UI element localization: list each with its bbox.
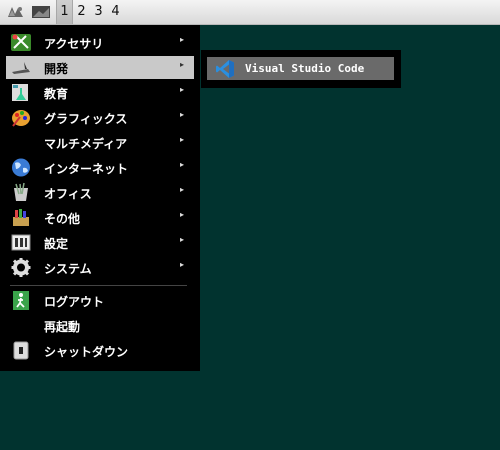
shutdown-icon <box>13 341 29 360</box>
menu-item-label: システム <box>44 262 92 276</box>
other-icon <box>13 209 29 226</box>
menu-item-internet[interactable]: インターネット ▸ <box>6 156 194 179</box>
menu-item-shutdown[interactable]: シャットダウン <box>6 339 194 362</box>
menu-item-label: アクセサリ <box>44 37 104 51</box>
menu-item-label: マルチメディア <box>44 137 128 151</box>
system-icon <box>11 258 31 277</box>
application-menu: アクセサリ ▸ 開発 ▸ 教育 ▸ グラフィックス ▸ マルチメディア ▸ イン… <box>0 25 200 371</box>
menu-item-label: 開発 <box>44 62 69 76</box>
accessories-icon <box>11 34 31 51</box>
submenu-arrow-icon: ▸ <box>180 35 185 44</box>
menu-item-label: オフィス <box>44 187 92 201</box>
workspace-1[interactable]: 1 <box>56 0 73 24</box>
submenu-arrow-icon: ▸ <box>180 210 185 219</box>
menu-item-other[interactable]: その他 ▸ <box>6 206 194 229</box>
menu-item-logout[interactable]: ログアウト <box>6 289 194 312</box>
vscode-icon <box>216 60 234 78</box>
submenu-arrow-icon: ▸ <box>180 60 185 69</box>
menu-item-system[interactable]: システム ▸ <box>6 256 194 279</box>
top-panel: 1 2 3 4 <box>0 0 500 25</box>
logout-icon <box>13 291 29 310</box>
graphics-icon <box>12 110 30 127</box>
menu-item-label: 教育 <box>44 87 69 101</box>
workspace-2[interactable]: 2 <box>73 0 90 24</box>
settings-icon <box>11 234 31 251</box>
menu-item-multimedia[interactable]: マルチメディア ▸ <box>6 131 194 154</box>
submenu-arrow-icon: ▸ <box>180 135 185 144</box>
menu-item-label: Visual Studio Code <box>245 62 365 75</box>
office-icon <box>14 182 28 201</box>
submenu-arrow-icon: ▸ <box>180 185 185 194</box>
development-icon <box>12 62 30 74</box>
submenu-arrow-icon: ▸ <box>180 235 185 244</box>
menu-item-label: インターネット <box>44 162 129 176</box>
submenu-arrow-icon: ▸ <box>180 85 185 94</box>
app-launcher-icon[interactable] <box>6 4 26 20</box>
menu-item-settings[interactable]: 設定 ▸ <box>6 231 194 254</box>
submenu-arrow-icon: ▸ <box>180 110 185 119</box>
internet-icon <box>12 158 30 177</box>
workspace-switcher: 1 2 3 4 <box>56 0 124 24</box>
workspace-4[interactable]: 4 <box>107 0 124 24</box>
menu-item-graphics[interactable]: グラフィックス ▸ <box>6 106 194 129</box>
menu-item-label: ログアウト <box>44 295 105 309</box>
menu-item-label: その他 <box>44 212 81 226</box>
show-desktop-icon[interactable] <box>31 4 51 20</box>
menu-item-education[interactable]: 教育 ▸ <box>6 81 194 104</box>
menu-item-accessories[interactable]: アクセサリ ▸ <box>6 31 194 54</box>
development-submenu: Visual Studio Code <box>201 50 401 88</box>
menu-item-office[interactable]: オフィス ▸ <box>6 181 194 204</box>
submenu-arrow-icon: ▸ <box>180 160 185 169</box>
menu-item-label: 再起動 <box>44 320 81 334</box>
workspace-3[interactable]: 3 <box>90 0 107 24</box>
submenu-arrow-icon: ▸ <box>180 260 185 269</box>
education-icon <box>12 84 28 101</box>
menu-separator <box>10 285 187 286</box>
menu-item-visual-studio-code[interactable]: Visual Studio Code <box>207 57 394 80</box>
menu-item-label: 設定 <box>44 237 69 251</box>
menu-item-development[interactable]: 開発 ▸ <box>6 56 194 79</box>
menu-item-label: シャットダウン <box>44 345 129 359</box>
menu-item-reboot[interactable]: 再起動 <box>6 314 194 337</box>
menu-item-label: グラフィックス <box>44 112 128 126</box>
